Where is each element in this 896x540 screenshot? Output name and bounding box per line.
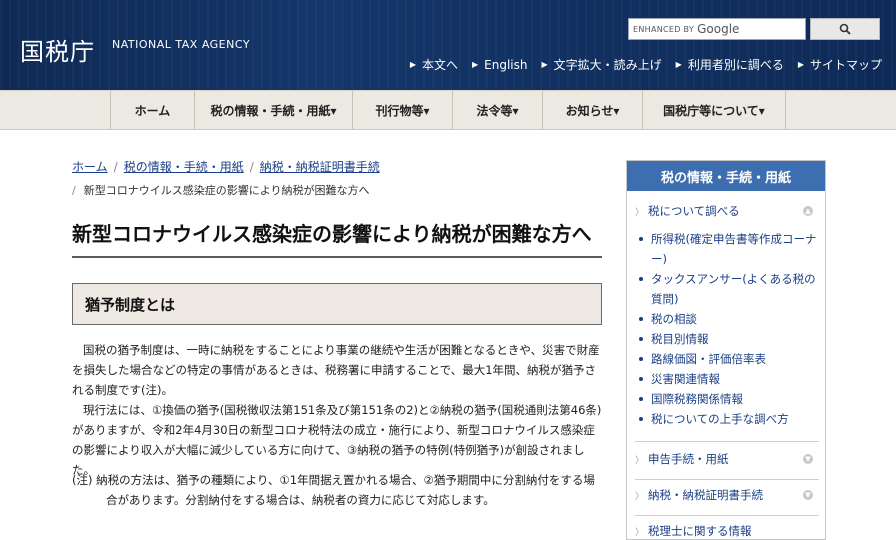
sidebar-title: 税の情報・手続・用紙 — [627, 161, 825, 191]
triangle-right-icon: ▶ — [797, 60, 804, 69]
toplink-english[interactable]: ▶ English — [472, 56, 528, 73]
page-title: 新型コロナウイルス感染症の影響により納税が困難な方へ — [72, 222, 592, 246]
header-utility-links: ▶ 本文へ ▶ English ▶ 文字拡大・読み上げ ▶ 利用者別に調べる ▶ サイトマ… — [410, 56, 882, 73]
breadcrumb-separator: / — [72, 184, 76, 197]
toplink-skip-to-content[interactable]: ▶ 本文へ — [410, 56, 458, 73]
expand-toggle-icon[interactable]: ▼ — [803, 490, 813, 500]
sidebar-item-land-value-map[interactable]: 路線価図・評価倍率表 — [637, 349, 817, 369]
breadcrumb-current: 新型コロナウイルス感染症の影響により納税が困難な方へ — [83, 184, 370, 197]
site-logo[interactable]: 国税庁 — [20, 32, 95, 67]
sidebar-divider — [635, 479, 819, 480]
toplink-sitemap[interactable]: ▶ サイトマップ — [798, 56, 882, 73]
breadcrumb-payment-procedures[interactable]: 納税・納税証明書手続 — [260, 160, 380, 174]
search-google-label: Google — [697, 22, 740, 36]
sidebar-item-international-tax[interactable]: 国際税務関係情報 — [637, 389, 817, 409]
search-input[interactable]: ENHANCED BY Google — [628, 18, 806, 40]
nav-home[interactable]: ホーム — [110, 91, 194, 129]
title-divider — [72, 256, 602, 258]
chevron-right-icon: 〉 — [635, 455, 645, 466]
collapse-toggle-icon[interactable]: ▲ — [803, 206, 813, 216]
breadcrumb-separator: / — [249, 160, 254, 174]
section-heading: 猶予制度とは — [72, 283, 602, 325]
sidebar-divider — [635, 441, 819, 442]
expand-toggle-icon[interactable]: ▼ — [803, 454, 813, 464]
triangle-right-icon: ▶ — [541, 60, 548, 69]
sidebar-item-tax-answer[interactable]: タックスアンサー(よくある税の質問) — [637, 269, 817, 309]
breadcrumb-home[interactable]: ホーム — [72, 160, 108, 174]
sidebar-category-payment[interactable]: 〉 納税・納税証明書手続 ▼ — [635, 487, 821, 503]
body-paragraph-1: 国税の猶予制度は、一時に納税をすることにより事業の継続や生活が困難となるときや、… — [72, 343, 600, 397]
breadcrumb-current-row: / 新型コロナウイルス感染症の影響により納税が困難な方へ — [72, 182, 370, 198]
triangle-right-icon: ▶ — [409, 60, 416, 69]
search-button[interactable] — [810, 18, 880, 40]
nav-laws[interactable]: 法令等▾ — [452, 91, 542, 129]
site-header: 国税庁 NATIONAL TAX AGENCY ENHANCED BY Goog… — [0, 0, 896, 90]
chevron-right-icon: 〉 — [635, 491, 645, 502]
site-logo-english: NATIONAL TAX AGENCY — [112, 38, 251, 51]
triangle-right-icon: ▶ — [471, 60, 479, 69]
chevron-right-icon: 〉 — [635, 207, 645, 218]
sidebar-link-list: 所得税(確定申告書等作成コーナー) タックスアンサー(よくある税の質問) 税の相… — [637, 229, 817, 429]
toplink-by-user-type[interactable]: ▶ 利用者別に調べる — [676, 56, 784, 73]
breadcrumb-separator: / — [113, 160, 118, 174]
sidebar-item-tax-consultation[interactable]: 税の相談 — [637, 309, 817, 329]
sidebar-item-income-tax[interactable]: 所得税(確定申告書等作成コーナー) — [637, 229, 817, 269]
sidebar-category-filing-forms[interactable]: 〉 申告手続・用紙 ▼ — [635, 451, 821, 467]
body-note: (注) 納税の方法は、猶予の種類により、①1年間据え置かれる場合、②猶予期間中に… — [72, 473, 595, 507]
breadcrumb: ホーム / 税の情報・手続・用紙 / 納税・納税証明書手続 — [72, 158, 380, 175]
search-icon — [839, 23, 851, 35]
global-nav: ホーム 税の情報・手続・用紙▾ 刊行物等▾ 法令等▾ お知らせ▾ 国税庁等につい… — [0, 90, 896, 130]
sidebar-item-disaster-info[interactable]: 災害関連情報 — [637, 369, 817, 389]
nav-tax-info[interactable]: 税の情報・手続・用紙▾ — [194, 91, 352, 129]
chevron-right-icon: 〉 — [635, 527, 645, 538]
sidebar: 税の情報・手続・用紙 〉 税について調べる ▲ 所得税(確定申告書等作成コーナー… — [626, 160, 826, 540]
triangle-right-icon: ▶ — [675, 60, 682, 69]
sidebar-category-research-tax[interactable]: 〉 税について調べる ▲ — [635, 203, 821, 219]
breadcrumb-tax-info[interactable]: 税の情報・手続・用紙 — [124, 160, 244, 174]
nav-publications[interactable]: 刊行物等▾ — [352, 91, 452, 129]
nav-news[interactable]: お知らせ▾ — [542, 91, 642, 129]
section-heading-text: 猶予制度とは — [85, 295, 176, 314]
sidebar-item-tax-by-type[interactable]: 税目別情報 — [637, 329, 817, 349]
toplink-text-size-read-aloud[interactable]: ▶ 文字拡大・読み上げ — [541, 56, 661, 73]
search-enhanced-label: ENHANCED BY — [633, 24, 695, 34]
body-paragraph-2: 現行法には、①換価の猶予(国税徴収法第151条及び第151条の2)と②納税の猶予… — [72, 403, 602, 477]
sidebar-divider — [635, 515, 819, 516]
nav-about-nta[interactable]: 国税庁等について▾ — [642, 91, 786, 129]
sidebar-category-tax-accountant[interactable]: 〉 税理士に関する情報 — [635, 523, 821, 539]
sidebar-item-how-to-research[interactable]: 税についての上手な調べ方 — [637, 409, 817, 429]
